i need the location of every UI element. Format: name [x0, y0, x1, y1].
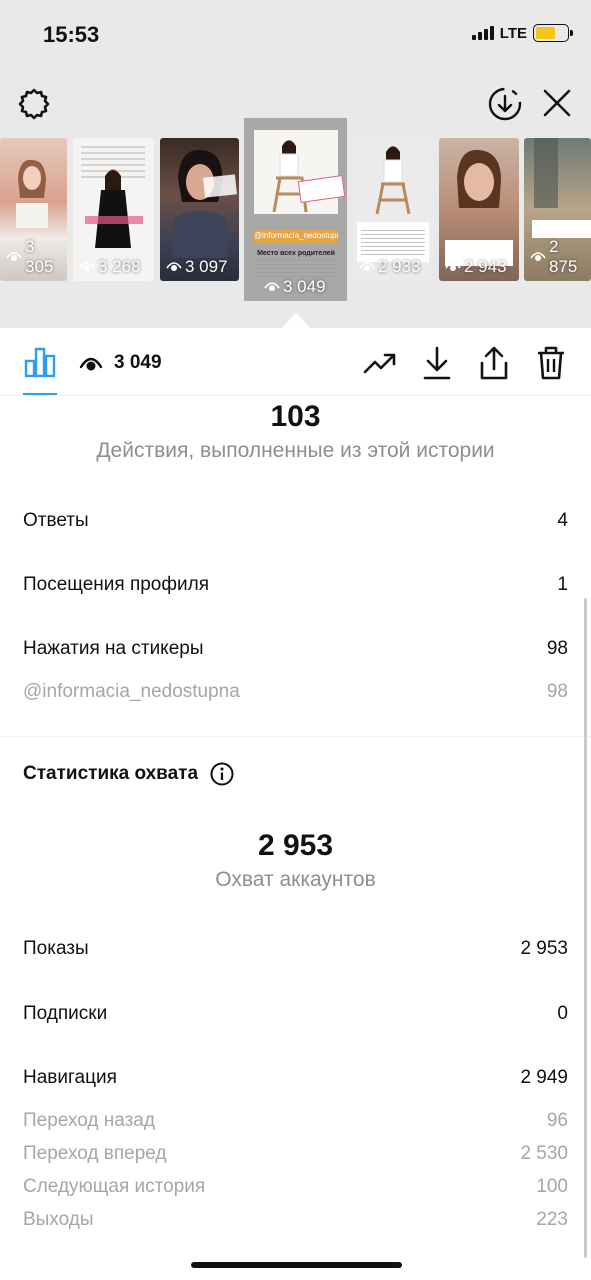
viewers-button[interactable]	[78, 352, 104, 374]
stat-label: Следующая история	[23, 1176, 206, 1197]
reach-section-title: Статистика охвата	[23, 762, 234, 786]
eye-icon	[264, 282, 280, 291]
stat-row: Посещения профиля 1	[23, 574, 568, 596]
stat-label: Выходы	[23, 1209, 94, 1230]
share-icon	[480, 346, 508, 380]
stat-label: Показы	[23, 938, 89, 959]
stat-label: Ответы	[23, 510, 89, 531]
share-button[interactable]	[477, 344, 511, 382]
eye-icon	[359, 262, 375, 271]
stat-subrow: Переход вперед 2 530	[23, 1143, 568, 1165]
story-mention: @informacia_nedostupna	[254, 231, 338, 240]
eye-icon	[79, 357, 103, 371]
stat-value: 98	[546, 638, 568, 659]
promote-button[interactable]	[362, 346, 398, 380]
trending-up-icon	[363, 353, 396, 374]
story-thumbnail[interactable]: 3 305	[0, 138, 67, 281]
stat-value: 223	[536, 1209, 568, 1230]
stat-row: Навигация 2 949	[23, 1067, 568, 1089]
network-label: LTE	[499, 24, 527, 42]
story-thumbnail[interactable]: 3 268	[73, 138, 154, 281]
status-time: 15:53	[43, 22, 100, 47]
stat-label: Посещения профиля	[23, 574, 209, 595]
trash-icon	[538, 346, 564, 380]
person-image	[172, 149, 228, 258]
story-view-count: 3 268	[79, 257, 141, 277]
stat-value: 2 530	[520, 1143, 568, 1164]
download-button[interactable]	[420, 344, 454, 382]
stat-label: Подписки	[23, 1003, 108, 1024]
download-icon	[423, 346, 451, 380]
status-indicators: LTE	[471, 24, 573, 42]
eye-icon	[445, 262, 461, 271]
stat-row: Подписки 0	[23, 1003, 568, 1025]
person-image	[95, 169, 131, 248]
stat-value: 2 949	[520, 1067, 568, 1088]
stat-label: Переход назад	[23, 1110, 155, 1131]
stat-label: Переход вперед	[23, 1143, 167, 1164]
close-button[interactable]	[540, 86, 574, 120]
story-thumbnail[interactable]: 2 875	[524, 138, 591, 281]
stat-label: Навигация	[23, 1067, 117, 1088]
story-view-count: 2 943	[445, 257, 507, 277]
story-thumbnail[interactable]: 2 933	[353, 138, 433, 281]
delete-button[interactable]	[534, 344, 568, 382]
stat-row: Ответы 4	[23, 510, 568, 532]
stat-subrow: Выходы 223	[23, 1209, 568, 1231]
person-image	[375, 146, 411, 214]
gear-icon	[18, 88, 50, 120]
stat-value: 96	[546, 1110, 568, 1131]
stat-row: Показы 2 953	[23, 938, 568, 960]
stat-subrow: Следующая история 100	[23, 1176, 568, 1198]
story-view-count: 3 049	[264, 277, 326, 297]
reach-total: 2 953	[257, 829, 334, 862]
person-image	[16, 159, 48, 228]
story-thumbnails: 3 305 3 268 3 097 @informacia_nedostupna…	[0, 118, 591, 328]
signal-icon	[471, 26, 494, 40]
eye-icon	[6, 252, 22, 261]
eye-icon	[166, 262, 182, 271]
save-story-button[interactable]	[487, 86, 523, 122]
story-thumbnail[interactable]: 2 943	[439, 138, 519, 281]
story-heading: Место всех родителей	[257, 250, 335, 257]
settings-button[interactable]	[16, 86, 52, 122]
eye-icon	[79, 262, 95, 271]
home-indicator[interactable]	[191, 1262, 402, 1268]
stat-row: Нажатия на стикеры 98	[23, 638, 568, 660]
close-icon	[543, 89, 571, 117]
download-circle-icon	[488, 87, 522, 121]
story-view-count: 2 933	[359, 257, 421, 277]
actions-total: 103	[270, 400, 321, 433]
story-thumbnail-selected[interactable]: @informacia_nedostupna Место всех родите…	[244, 118, 347, 301]
section-divider	[0, 736, 591, 737]
tab-insights[interactable]	[22, 344, 58, 380]
info-icon	[210, 762, 234, 786]
bar-chart-icon	[24, 347, 56, 378]
story-view-count: 2 875	[530, 237, 591, 277]
actions-caption: Действия, выполненные из этой истории	[96, 439, 495, 462]
eye-icon	[530, 252, 546, 261]
story-thumbnail[interactable]: 3 097	[160, 138, 239, 281]
story-view-count: 3 097	[166, 257, 228, 277]
stat-value: 1	[557, 574, 568, 595]
stat-subrow: @informacia_nedostupna 98	[23, 681, 568, 703]
reach-caption: Охват аккаунтов	[215, 868, 376, 891]
battery-icon	[533, 24, 573, 42]
stat-value: 98	[546, 681, 568, 702]
story-view-count: 3 305	[6, 237, 67, 277]
person-image	[457, 149, 501, 208]
stat-subrow: Переход назад 96	[23, 1110, 568, 1132]
views-count: 3 049	[114, 352, 162, 373]
info-button[interactable]	[210, 762, 234, 786]
stat-value: 4	[557, 510, 568, 531]
stat-label: @informacia_nedostupna	[23, 681, 240, 702]
selected-story-pointer	[282, 312, 310, 328]
scrollbar[interactable]	[584, 598, 587, 1258]
stat-value: 0	[557, 1003, 568, 1024]
stat-value: 100	[536, 1176, 568, 1197]
stat-value: 2 953	[520, 938, 568, 959]
stat-label: Нажатия на стикеры	[23, 638, 204, 659]
active-tab-indicator	[23, 393, 57, 395]
